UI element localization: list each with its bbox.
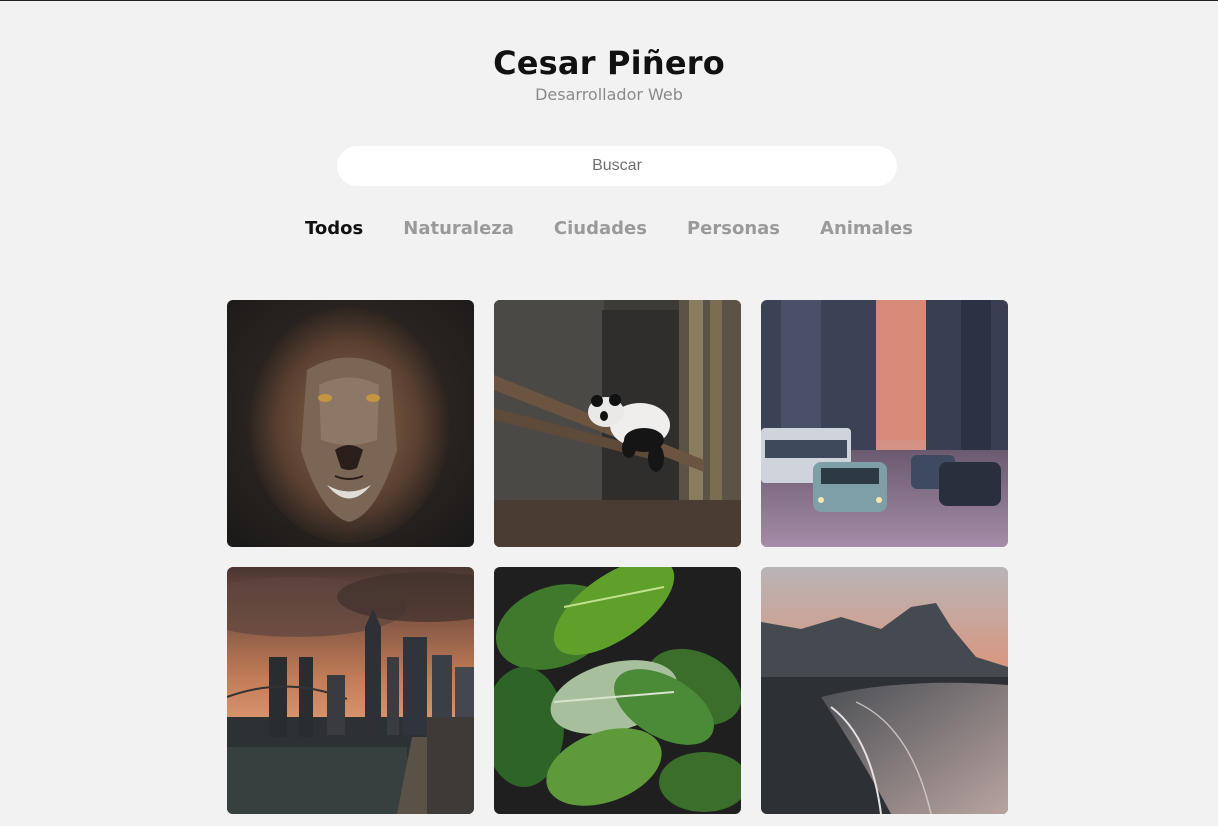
- gallery-item-mountain-coast[interactable]: [761, 567, 1008, 814]
- lion-image: [227, 300, 474, 547]
- tab-naturaleza[interactable]: Naturaleza: [403, 216, 514, 242]
- filter-tabs: Todos Naturaleza Ciudades Personas Anima…: [0, 216, 1218, 242]
- mountain-coast-image: [761, 567, 1008, 814]
- gallery-item-leaves[interactable]: [494, 567, 741, 814]
- page-title: Cesar Piñero: [493, 44, 725, 82]
- search-bar: [337, 146, 897, 186]
- gallery-item-lion[interactable]: [227, 300, 474, 547]
- tab-todos[interactable]: Todos: [305, 216, 363, 242]
- search-input[interactable]: [337, 146, 897, 186]
- panda-image: [494, 300, 741, 547]
- tab-personas[interactable]: Personas: [687, 216, 780, 242]
- tab-animales[interactable]: Animales: [820, 216, 913, 242]
- gallery-item-city-skyline[interactable]: [227, 567, 474, 814]
- page-header: Cesar Piñero Desarrollador Web: [0, 43, 1218, 105]
- leaves-image: [494, 567, 741, 814]
- photo-gallery: [227, 300, 1008, 814]
- tab-ciudades[interactable]: Ciudades: [554, 216, 647, 242]
- gallery-item-city-street[interactable]: [761, 300, 1008, 547]
- city-skyline-image: [227, 567, 474, 814]
- gallery-item-panda[interactable]: [494, 300, 741, 547]
- city-street-image: [761, 300, 1008, 547]
- page-subtitle: Desarrollador Web: [535, 85, 683, 104]
